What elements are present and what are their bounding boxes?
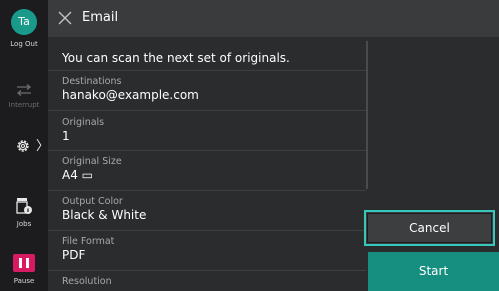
cancel-button[interactable]: Cancel	[364, 210, 495, 246]
list-item-resolution[interactable]: Resolution	[62, 276, 112, 287]
field-label: Output Color	[62, 196, 123, 207]
list-item-destinations[interactable]: Destinations hanako@example.com	[62, 76, 199, 102]
divider	[48, 270, 366, 271]
status-message: You can scan the next set of originals.	[62, 51, 290, 65]
pause-icon	[13, 254, 35, 272]
field-value: A4 ▭	[62, 168, 93, 182]
jobs-icon	[16, 198, 32, 214]
logout-label: Log Out	[10, 40, 38, 48]
page-title: Email	[82, 10, 119, 25]
close-icon[interactable]	[58, 11, 72, 25]
divider	[48, 110, 366, 111]
list-item-original-size[interactable]: Original Size A4 ▭	[62, 156, 122, 182]
pause-label: Pause	[13, 277, 35, 285]
field-value: hanako@example.com	[62, 88, 199, 102]
field-value: PDF	[62, 248, 86, 262]
field-label: Resolution	[62, 276, 112, 287]
gear-icon	[17, 140, 29, 152]
field-label: File Format	[62, 236, 115, 247]
interrupt-icon	[16, 84, 32, 96]
list-item-originals[interactable]: Originals 1	[62, 117, 104, 143]
divider	[48, 230, 366, 231]
interrupt-label: Interrupt	[8, 101, 40, 109]
jobs-label: Jobs	[16, 220, 32, 228]
field-label: Original Size	[62, 156, 122, 167]
field-label: Originals	[62, 117, 105, 128]
divider	[48, 150, 366, 151]
divider	[48, 190, 366, 191]
field-value: Black & White	[62, 208, 147, 222]
user-avatar[interactable]: Ta	[11, 9, 37, 35]
start-button[interactable]: Start	[368, 252, 499, 291]
list-item-output-color[interactable]: Output Color Black & White	[62, 196, 146, 222]
list-item-file-format[interactable]: File Format PDF	[62, 236, 114, 262]
divider	[48, 70, 366, 71]
field-label: Destinations	[62, 76, 122, 87]
field-value: 1	[62, 129, 70, 143]
